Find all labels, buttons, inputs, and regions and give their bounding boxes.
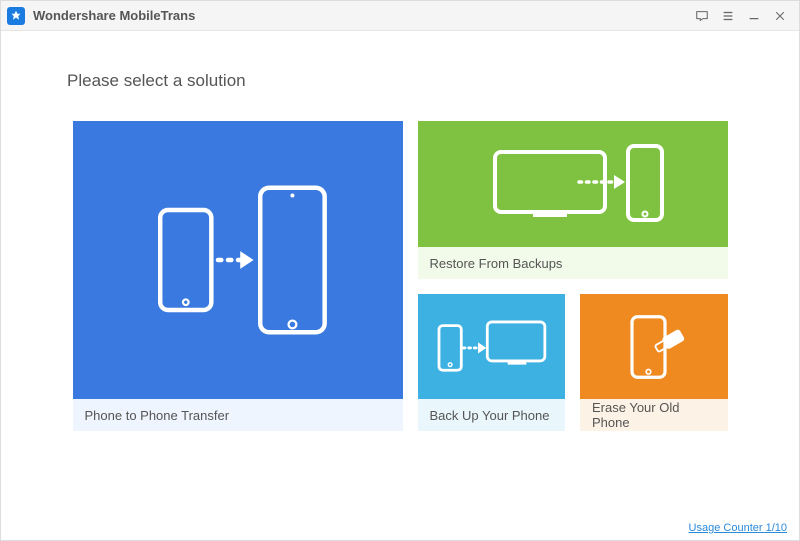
tile-restore[interactable]: Restore From Backups xyxy=(418,121,728,279)
tile-phone-to-phone[interactable]: Phone to Phone Transfer xyxy=(73,121,403,431)
tile-grid: Phone to Phone Transfer Restore From Bac… xyxy=(67,121,733,431)
tile-backup[interactable]: Back Up Your Phone xyxy=(418,294,566,431)
minimize-button[interactable] xyxy=(741,5,767,27)
main-content: Please select a solution Phone to Phone … xyxy=(1,31,799,540)
app-title: Wondershare MobileTrans xyxy=(33,8,195,23)
tile-erase[interactable]: Erase Your Old Phone xyxy=(580,294,728,431)
usage-counter-link[interactable]: Usage Counter 1/10 xyxy=(689,522,787,534)
feedback-icon[interactable] xyxy=(689,5,715,27)
titlebar: Wondershare MobileTrans xyxy=(1,1,799,31)
tile-label: Erase Your Old Phone xyxy=(580,399,728,431)
restore-icon xyxy=(418,121,728,247)
tile-label: Back Up Your Phone xyxy=(418,399,566,431)
tile-label: Phone to Phone Transfer xyxy=(73,399,403,431)
menu-icon[interactable] xyxy=(715,5,741,27)
close-button[interactable] xyxy=(767,5,793,27)
phone-to-phone-icon xyxy=(73,121,403,399)
tile-subgrid: Back Up Your Phone Erase Your Old Phone xyxy=(418,294,728,431)
app-logo-icon xyxy=(7,7,25,25)
tile-label: Restore From Backups xyxy=(418,247,728,279)
erase-icon xyxy=(580,294,728,399)
backup-icon xyxy=(418,294,566,399)
page-heading: Please select a solution xyxy=(67,71,733,91)
